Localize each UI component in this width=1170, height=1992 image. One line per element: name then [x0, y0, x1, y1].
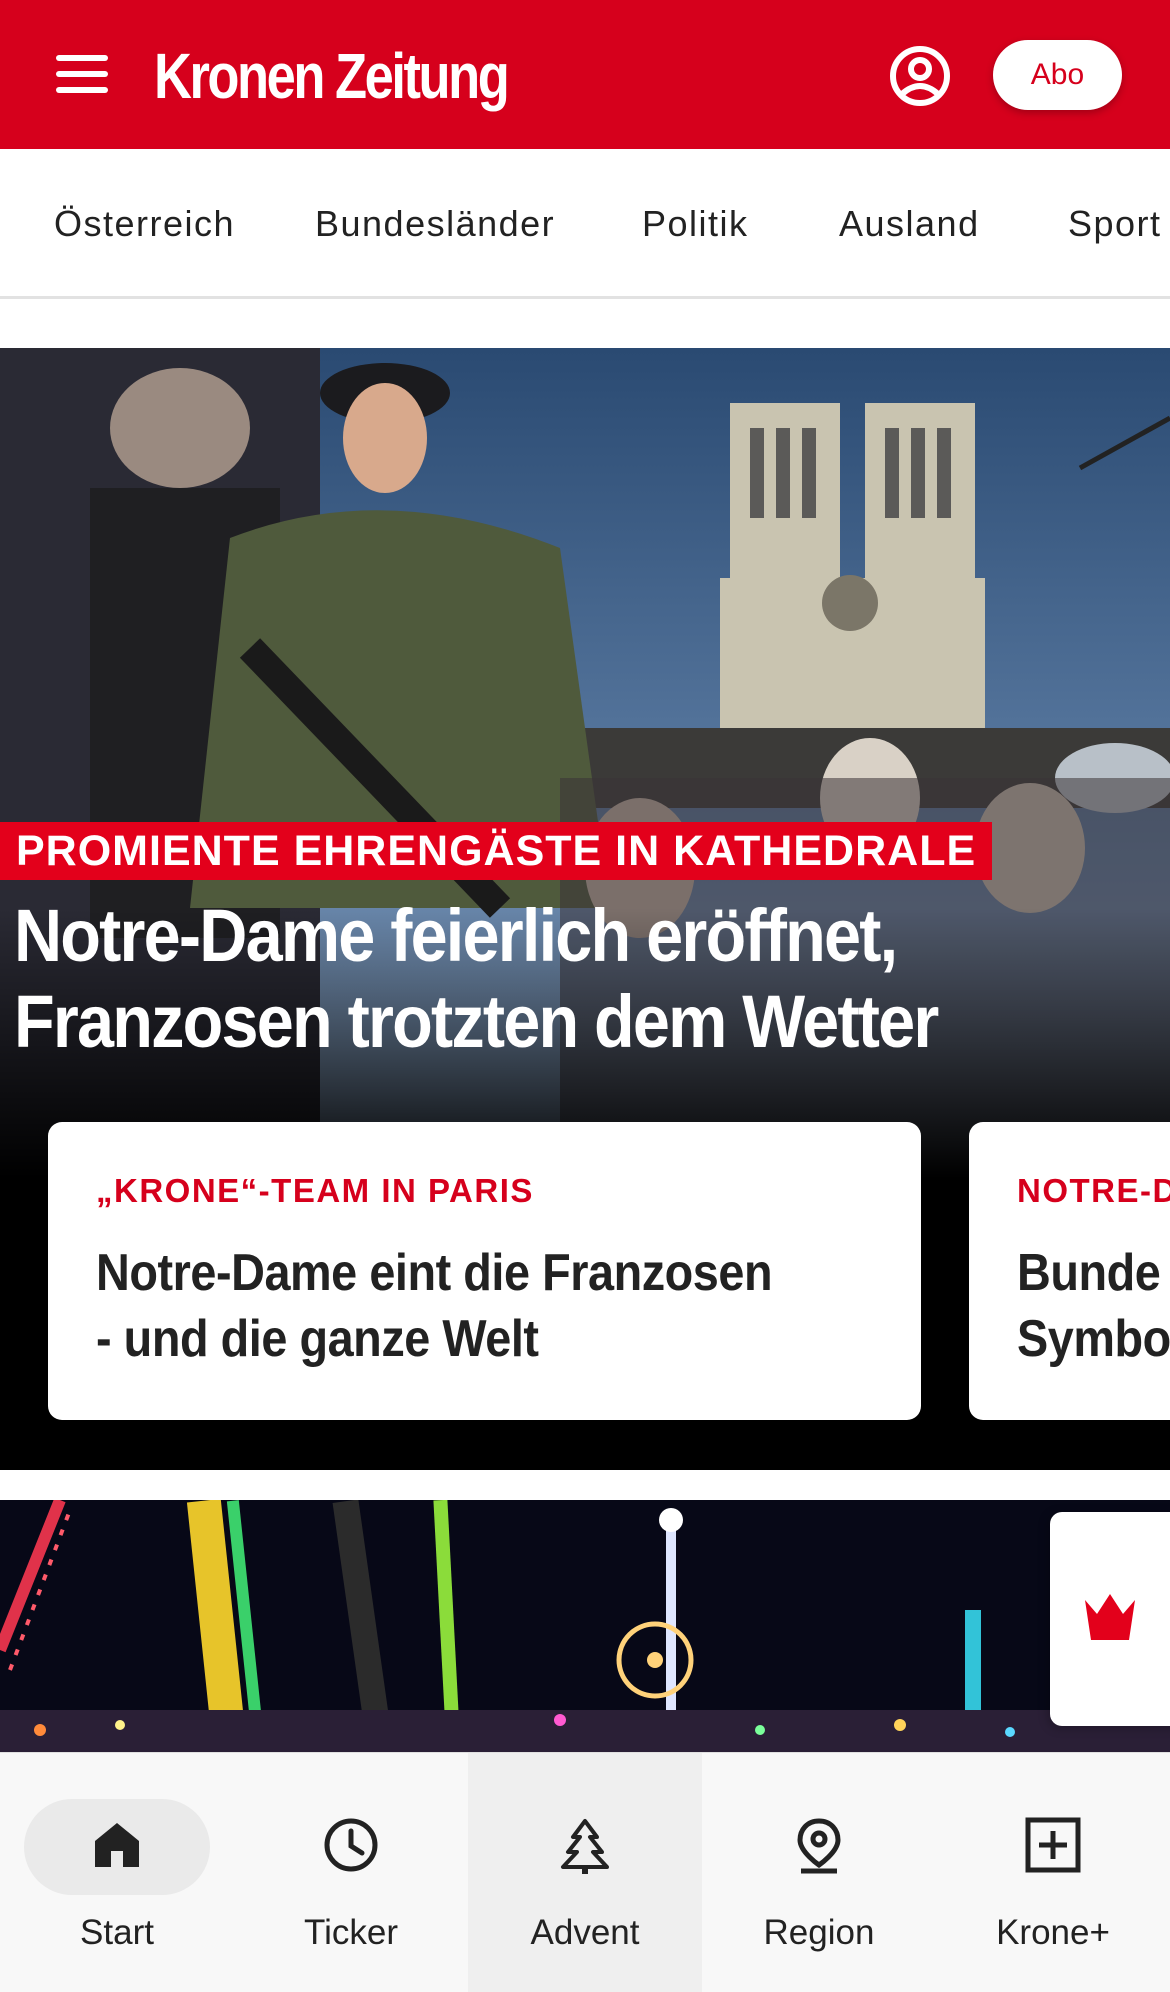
nav-krone-plus-label: Krone+ — [996, 1913, 1110, 1952]
card-title-line-2: Symbo — [1017, 1310, 1170, 1368]
category-ausland[interactable]: Ausland — [839, 149, 980, 296]
nav-region-label: Region — [763, 1913, 875, 1952]
krone-crown-icon — [1085, 1594, 1135, 1640]
user-account-icon[interactable] — [888, 44, 952, 108]
card-title-line-1: Bunde — [1017, 1244, 1161, 1302]
category-sport[interactable]: Sport — [1068, 149, 1162, 296]
card-kicker: NOTRE-D — [1017, 1172, 1170, 1209]
related-article-card[interactable]: „KRONE“-TEAM IN PARIS Notre-Dame eint di… — [48, 1122, 921, 1420]
nav-advent[interactable]: Advent — [468, 1753, 702, 1992]
hero-headline-line-2: Franzosen trotzten dem Wetter — [14, 980, 939, 1063]
category-navigation: Österreich Bundesländer Politik Ausland … — [0, 149, 1170, 299]
card-title-line-1: Notre-Dame eint die Franzosen — [96, 1244, 773, 1302]
krone-crown-widget[interactable] — [1050, 1512, 1170, 1726]
hero-kicker[interactable]: PROMIENTE EHRENGÄSTE IN KATHEDRALE — [0, 822, 993, 880]
plus-box-icon — [1025, 1817, 1081, 1873]
hero-headline[interactable]: Notre-Dame feierlich eröffnet, Franzosen… — [14, 893, 1049, 1065]
nav-ticker[interactable]: Ticker — [234, 1753, 468, 1992]
kronen-zeitung-logo[interactable]: Kronen Zeitung — [154, 36, 510, 116]
abo-button[interactable]: Abo — [993, 40, 1122, 110]
bottom-navigation: Start Ticker Advent Region Krone+ — [0, 1752, 1170, 1992]
nav-start-label: Start — [80, 1913, 154, 1952]
related-article-card-partial[interactable]: NOTRE-D Bunde Symbo — [969, 1122, 1170, 1420]
hero-headline-line-1: Notre-Dame feierlich eröffnet, — [14, 894, 898, 977]
hero-section: PROMIENTE EHRENGÄSTE IN KATHEDRALE Notre… — [0, 348, 1170, 1470]
article-teaser-image-fairground[interactable] — [0, 1500, 1170, 1752]
location-pin-icon — [797, 1818, 841, 1874]
clock-icon — [324, 1818, 378, 1872]
hamburger-menu-icon[interactable] — [52, 52, 112, 96]
card-kicker: „KRONE“-TEAM IN PARIS — [96, 1172, 534, 1209]
christmas-tree-icon — [561, 1819, 609, 1874]
nav-start[interactable]: Start — [0, 1753, 234, 1992]
category-politik[interactable]: Politik — [642, 149, 749, 296]
nav-krone-plus[interactable]: Krone+ — [936, 1753, 1170, 1992]
category-oesterreich[interactable]: Österreich — [54, 149, 235, 296]
nav-ticker-label: Ticker — [304, 1913, 398, 1952]
card-title: Bunde Symbo — [1017, 1240, 1170, 1372]
nav-advent-label: Advent — [530, 1913, 640, 1952]
category-bundeslaender[interactable]: Bundesländer — [315, 149, 555, 296]
card-title-line-2: - und die ganze Welt — [96, 1310, 539, 1368]
nav-region[interactable]: Region — [702, 1753, 936, 1992]
top-app-bar: Kronen Zeitung Abo — [0, 0, 1170, 149]
card-title: Notre-Dame eint die Franzosen - und die … — [96, 1240, 773, 1372]
home-icon — [95, 1823, 139, 1867]
